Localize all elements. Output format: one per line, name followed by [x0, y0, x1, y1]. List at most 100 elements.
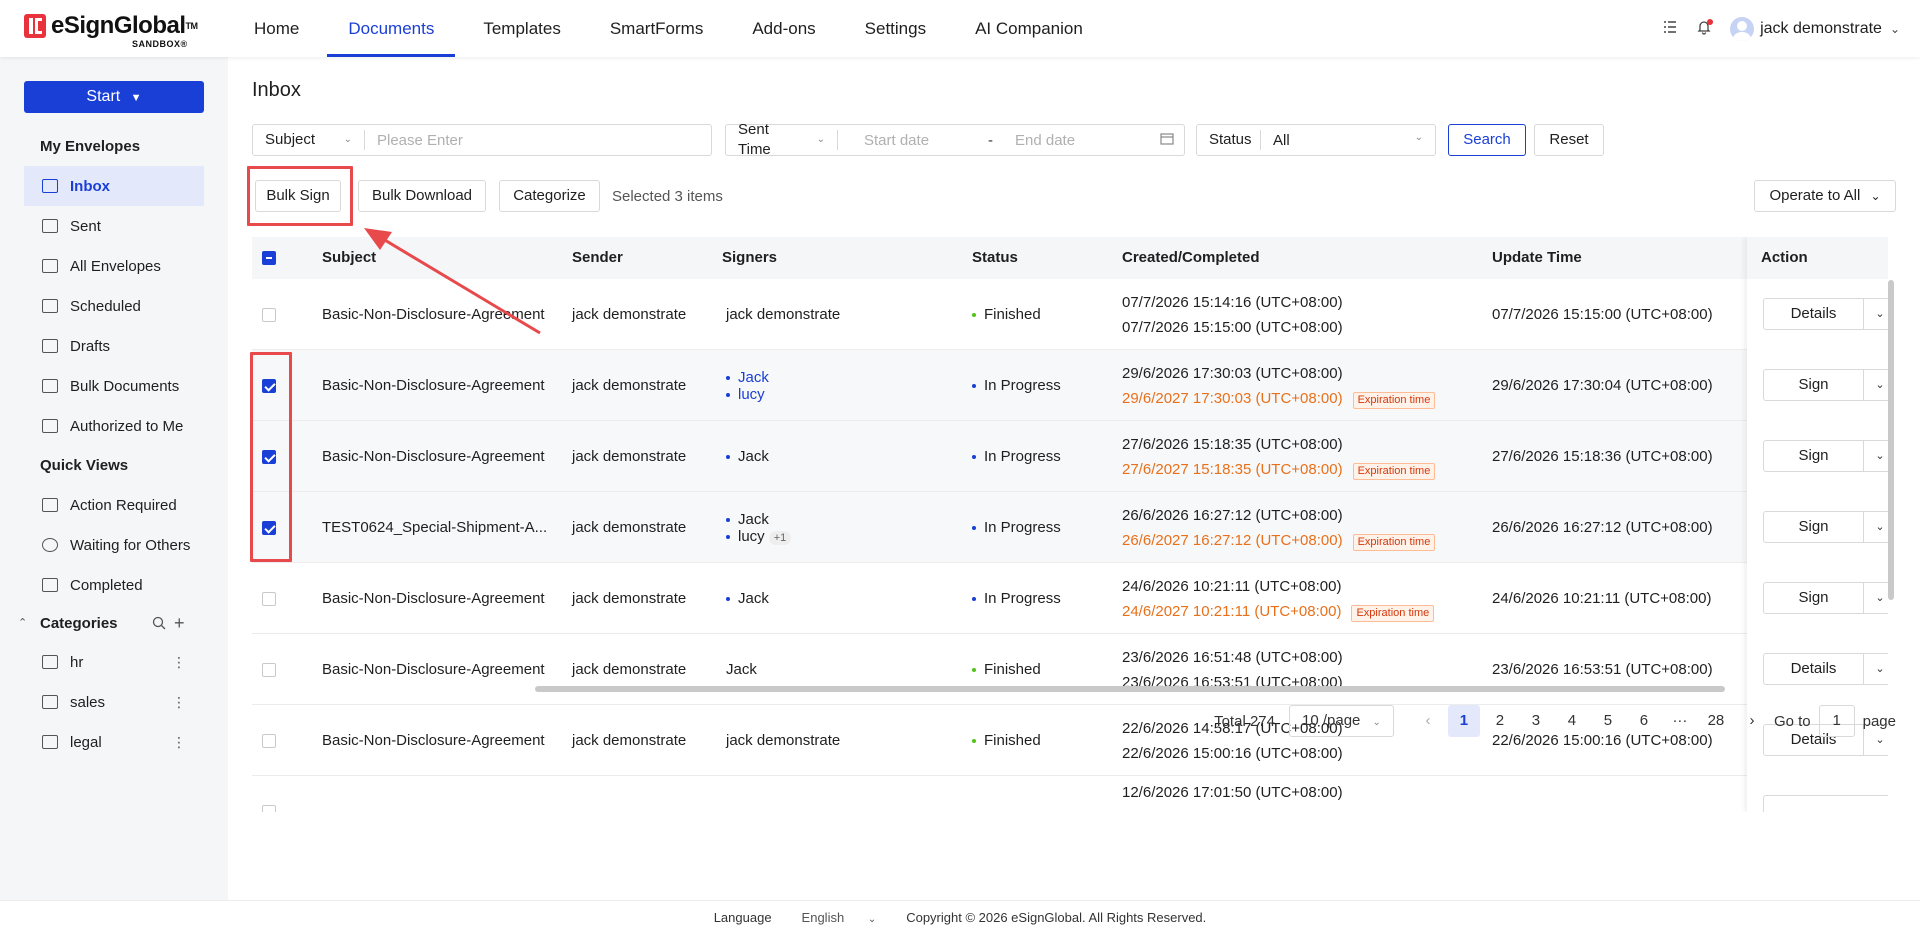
table-row[interactable]: Basic-Non-Disclosure-Agreement jack demon…	[252, 634, 1888, 705]
row-checkbox[interactable]	[262, 634, 276, 705]
page-number[interactable]: 6	[1628, 705, 1660, 737]
page-number[interactable]: 1	[1447, 705, 1480, 737]
row-checkbox[interactable]	[262, 563, 276, 634]
sidebar-item-authorized-to-me[interactable]: Authorized to Me	[24, 406, 204, 446]
row-subject[interactable]: Basic-Non-Disclosure-Agreement	[322, 563, 545, 634]
sidebar-item-all-envelopes[interactable]: All Envelopes	[24, 246, 204, 286]
action-primary-button[interactable]: Sign	[1764, 512, 1864, 542]
calendar-icon[interactable]	[1160, 132, 1174, 149]
sidebar-item-waiting-for-others[interactable]: Waiting for Others	[24, 525, 204, 565]
start-date-input[interactable]: Start date	[838, 132, 978, 149]
table-vertical-scrollbar[interactable]	[1888, 280, 1894, 600]
row-subject[interactable]: TEST0624_Special-Shipment-A...	[322, 492, 547, 563]
row-action-button[interactable]	[1763, 795, 1888, 812]
search-button[interactable]: Search	[1448, 124, 1526, 156]
action-primary-button[interactable]: Sign	[1764, 583, 1864, 613]
search-icon[interactable]	[152, 616, 166, 634]
action-primary-button[interactable]: Sign	[1764, 370, 1864, 400]
page-number[interactable]: 28	[1700, 705, 1732, 737]
category-item-legal[interactable]: legal ⋮	[24, 722, 204, 762]
table-row[interactable]: 12/6/2026 17:01:50 (UTC+08:00)	[252, 776, 1888, 812]
action-primary-button[interactable]: Sign	[1764, 441, 1864, 471]
subject-select[interactable]: Subject ⌄	[253, 130, 365, 150]
nav-ai-companion[interactable]: AI Companion	[954, 0, 1104, 57]
sidebar-item-action-required[interactable]: Action Required	[24, 485, 204, 525]
reset-button[interactable]: Reset	[1534, 124, 1604, 156]
row-action-button[interactable]: Sign ⌄	[1763, 369, 1888, 401]
user-name[interactable]: jack demonstrate	[1760, 20, 1882, 38]
next-page-chevron-icon[interactable]: ›	[1736, 705, 1768, 737]
page-ellipsis[interactable]: ···	[1664, 705, 1696, 737]
row-action-button[interactable]: Details ⌄	[1763, 298, 1888, 330]
row-subject[interactable]: Basic-Non-Disclosure-Agreement	[322, 421, 545, 492]
row-subject[interactable]: Basic-Non-Disclosure-Agreement	[322, 350, 545, 421]
operate-to-all-button[interactable]: Operate to All ⌄	[1754, 180, 1896, 212]
signer-item[interactable]: Jack	[726, 369, 769, 386]
end-date-input[interactable]: End date	[1003, 132, 1133, 149]
page-number[interactable]: 3	[1520, 705, 1552, 737]
more-vertical-icon[interactable]: ⋮	[172, 654, 186, 671]
page-number[interactable]: 2	[1484, 705, 1516, 737]
bulk-download-button[interactable]: Bulk Download	[358, 180, 486, 212]
subject-input[interactable]: Please Enter	[365, 132, 463, 149]
chevron-down-icon[interactable]: ⌄	[1864, 299, 1888, 329]
brand-logo[interactable]: eSignGlobalTM SANDBOX®	[24, 14, 198, 49]
sidebar-item-bulk-documents[interactable]: Bulk Documents	[24, 366, 204, 406]
nav-home[interactable]: Home	[233, 0, 320, 57]
row-subject[interactable]: Basic-Non-Disclosure-Agreement	[322, 279, 545, 350]
nav-addons[interactable]: Add-ons	[731, 0, 836, 57]
nav-smartforms[interactable]: SmartForms	[589, 0, 725, 57]
language-select[interactable]: English ⌄	[792, 910, 887, 925]
sidebar-item-inbox[interactable]: Inbox	[24, 166, 204, 206]
category-item-sales[interactable]: sales ⋮	[24, 682, 204, 722]
page-number[interactable]: 4	[1556, 705, 1588, 737]
row-subject[interactable]: Basic-Non-Disclosure-Agreement	[322, 705, 545, 776]
page-size-select[interactable]: 10 /page ⌄	[1288, 705, 1394, 737]
categorize-button[interactable]: Categorize	[499, 180, 600, 212]
row-action-button[interactable]: Sign ⌄	[1763, 582, 1888, 614]
chevron-down-icon[interactable]: ⌄	[1890, 22, 1900, 36]
chevron-down-icon[interactable]: ⌄	[1864, 441, 1888, 471]
action-primary-button[interactable]: Details	[1764, 654, 1864, 684]
prev-page-chevron-icon[interactable]: ‹	[1412, 705, 1444, 737]
row-action-button[interactable]: Sign ⌄	[1763, 511, 1888, 543]
sidebar-item-sent[interactable]: Sent	[24, 206, 204, 246]
action-primary-button[interactable]: Details	[1764, 299, 1864, 329]
nav-documents[interactable]: Documents	[327, 0, 456, 57]
start-button[interactable]: Start ▼	[24, 81, 204, 113]
collapse-chevron-icon[interactable]: ⌃	[18, 616, 27, 629]
notification-bell-icon[interactable]	[1694, 18, 1714, 39]
row-checkbox[interactable]	[262, 279, 276, 350]
time-type-select[interactable]: Sent Time ⌄	[726, 121, 838, 158]
chevron-down-icon[interactable]: ⌄	[1864, 370, 1888, 400]
page-number[interactable]: 5	[1592, 705, 1624, 737]
row-action-button[interactable]: Details ⌄	[1763, 653, 1888, 685]
select-all-checkbox[interactable]	[262, 237, 276, 279]
chevron-down-icon[interactable]: ⌄	[1864, 583, 1888, 613]
nav-templates[interactable]: Templates	[462, 0, 581, 57]
row-action-button[interactable]: Sign ⌄	[1763, 440, 1888, 472]
table-horizontal-scrollbar[interactable]	[535, 686, 1725, 692]
table-row[interactable]: Basic-Non-Disclosure-Agreement jack demon…	[252, 279, 1888, 350]
status-select[interactable]: All ⌄	[1261, 132, 1435, 149]
table-row[interactable]: Basic-Non-Disclosure-Agreement jack demon…	[252, 421, 1888, 492]
more-vertical-icon[interactable]: ⋮	[172, 734, 186, 751]
task-list-icon[interactable]	[1660, 19, 1680, 39]
add-icon[interactable]: +	[174, 613, 185, 634]
row-subject[interactable]: Basic-Non-Disclosure-Agreement	[322, 634, 545, 705]
table-row[interactable]: Basic-Non-Disclosure-Agreement jack demon…	[252, 563, 1888, 634]
chevron-down-icon[interactable]: ⌄	[1864, 654, 1888, 684]
row-checkbox[interactable]	[262, 705, 276, 776]
nav-settings[interactable]: Settings	[844, 0, 947, 57]
category-item-hr[interactable]: hr ⋮	[24, 642, 204, 682]
sidebar-item-drafts[interactable]: Drafts	[24, 326, 204, 366]
signer-item[interactable]: lucy	[726, 386, 765, 403]
sidebar-item-scheduled[interactable]: Scheduled	[24, 286, 204, 326]
goto-page-input[interactable]: 1	[1818, 705, 1855, 737]
chevron-down-icon[interactable]: ⌄	[1864, 512, 1888, 542]
user-avatar[interactable]	[1730, 16, 1755, 41]
table-row[interactable]: Basic-Non-Disclosure-Agreement jack demon…	[252, 350, 1888, 421]
more-vertical-icon[interactable]: ⋮	[172, 694, 186, 711]
sidebar-item-completed[interactable]: Completed	[24, 565, 204, 605]
row-checkbox[interactable]	[262, 776, 276, 812]
